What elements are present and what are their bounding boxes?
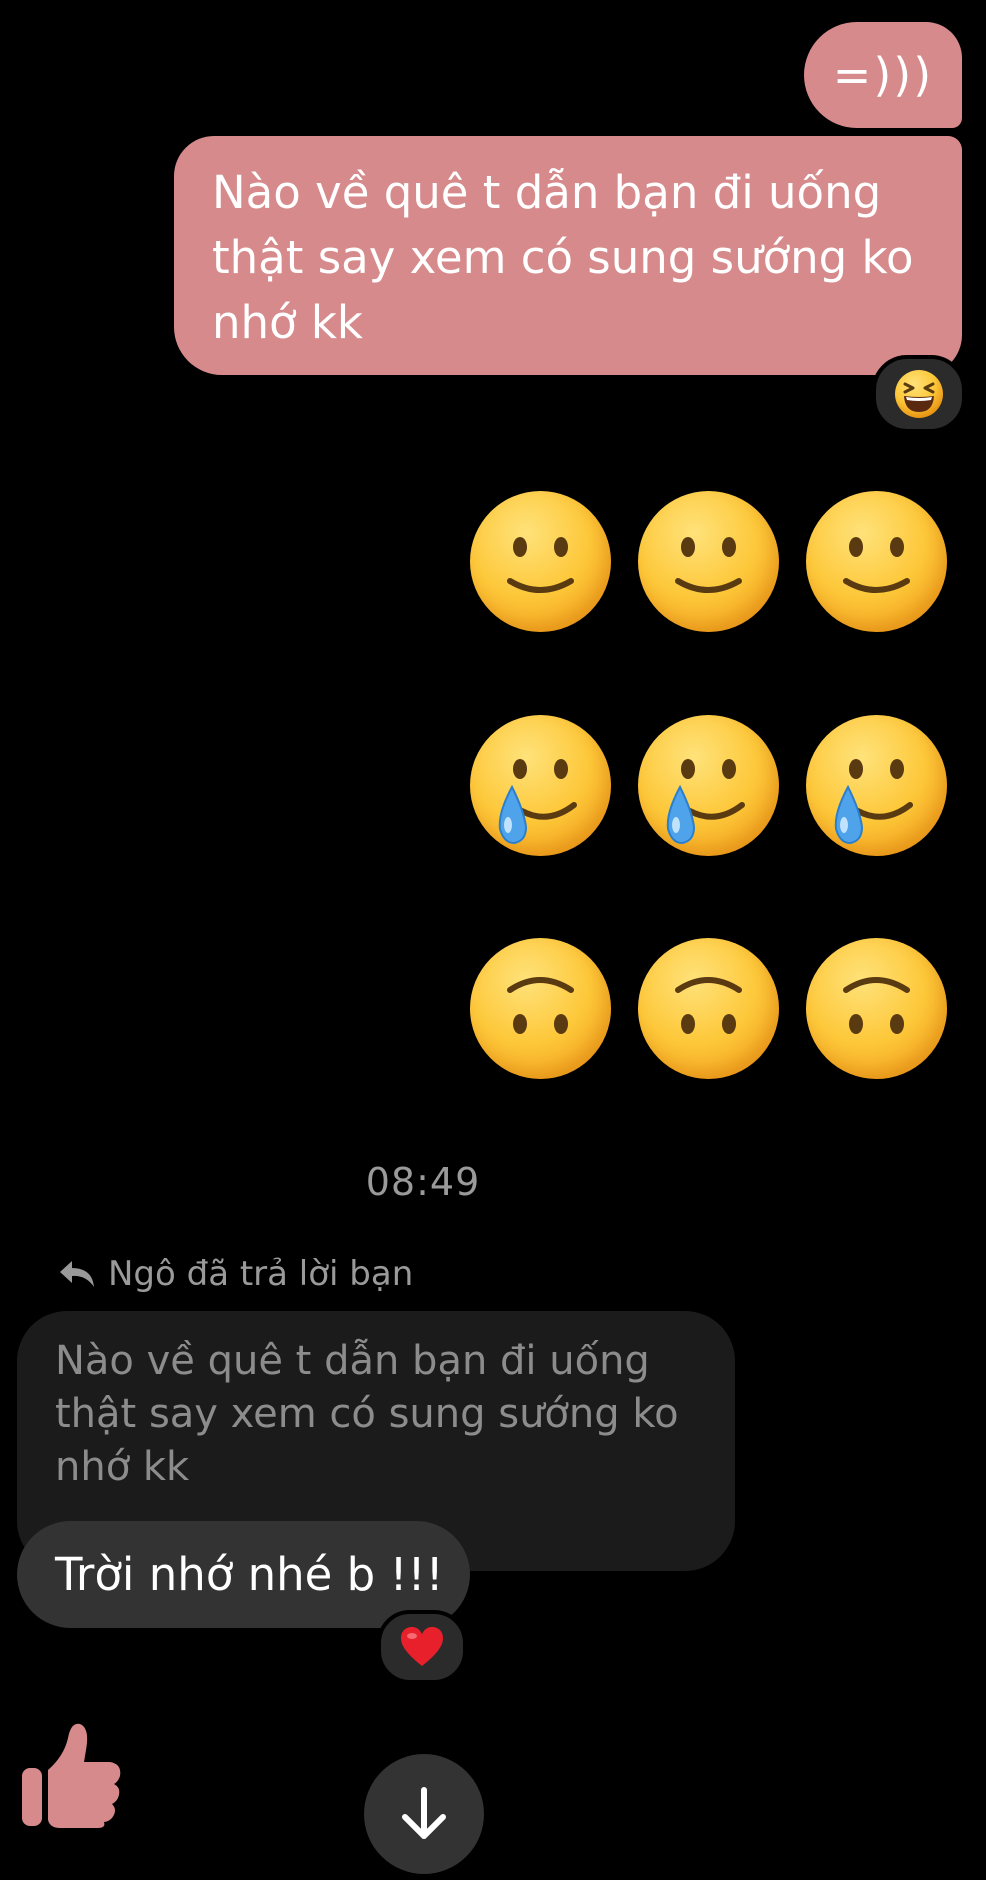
- slightly-smiling-face-icon: [470, 491, 611, 632]
- reply-header-text: Ngô đã trả lời bạn: [108, 1254, 414, 1294]
- smiling-face-with-tear-icon: [806, 715, 947, 856]
- upside-down-face-icon: [470, 938, 611, 1079]
- message-line: Nào về quê t dẫn bạn đi uống: [212, 166, 882, 219]
- slightly-smiling-face-icon: [638, 491, 779, 632]
- upside-down-face-icon: [806, 938, 947, 1079]
- reply-header: Ngô đã trả lời bạn: [58, 1252, 413, 1296]
- quoted-line: thật say xem có sung sướng ko: [55, 1391, 679, 1437]
- smiling-face-with-tear-icon: [638, 715, 779, 856]
- upside-down-face-icon: [638, 938, 779, 1079]
- timestamp: 08:49: [365, 1160, 481, 1204]
- message-reaction-badge[interactable]: [377, 1610, 467, 1684]
- thumbs-up-icon: [22, 1723, 121, 1828]
- incoming-message-text: Trời nhớ nhé b !!!: [55, 1548, 444, 1601]
- smiling-face-with-tear-icon: [470, 715, 611, 856]
- laughing-squint-emoji-icon: [895, 370, 943, 418]
- outgoing-message-short[interactable]: =))): [804, 22, 962, 128]
- outgoing-message-short-text: =))): [832, 48, 934, 102]
- scroll-to-bottom-button[interactable]: [364, 1754, 484, 1874]
- slightly-smiling-face-icon: [806, 491, 947, 632]
- message-line: nhớ kk: [212, 296, 363, 349]
- message-reaction-badge[interactable]: [872, 355, 966, 433]
- quoted-line: nhớ kk: [55, 1444, 190, 1490]
- reply-arrow-icon: [60, 1261, 94, 1287]
- quoted-line: Nào về quê t dẫn bạn đi uống: [55, 1338, 650, 1384]
- like-button[interactable]: [18, 1720, 124, 1830]
- message-line: thật say xem có sung sướng ko: [212, 231, 914, 284]
- arrow-down-icon: [402, 1787, 446, 1839]
- outgoing-message-long[interactable]: Nào về quê t dẫn bạn đi uống thật say xe…: [174, 136, 962, 375]
- red-heart-icon: [401, 1627, 443, 1666]
